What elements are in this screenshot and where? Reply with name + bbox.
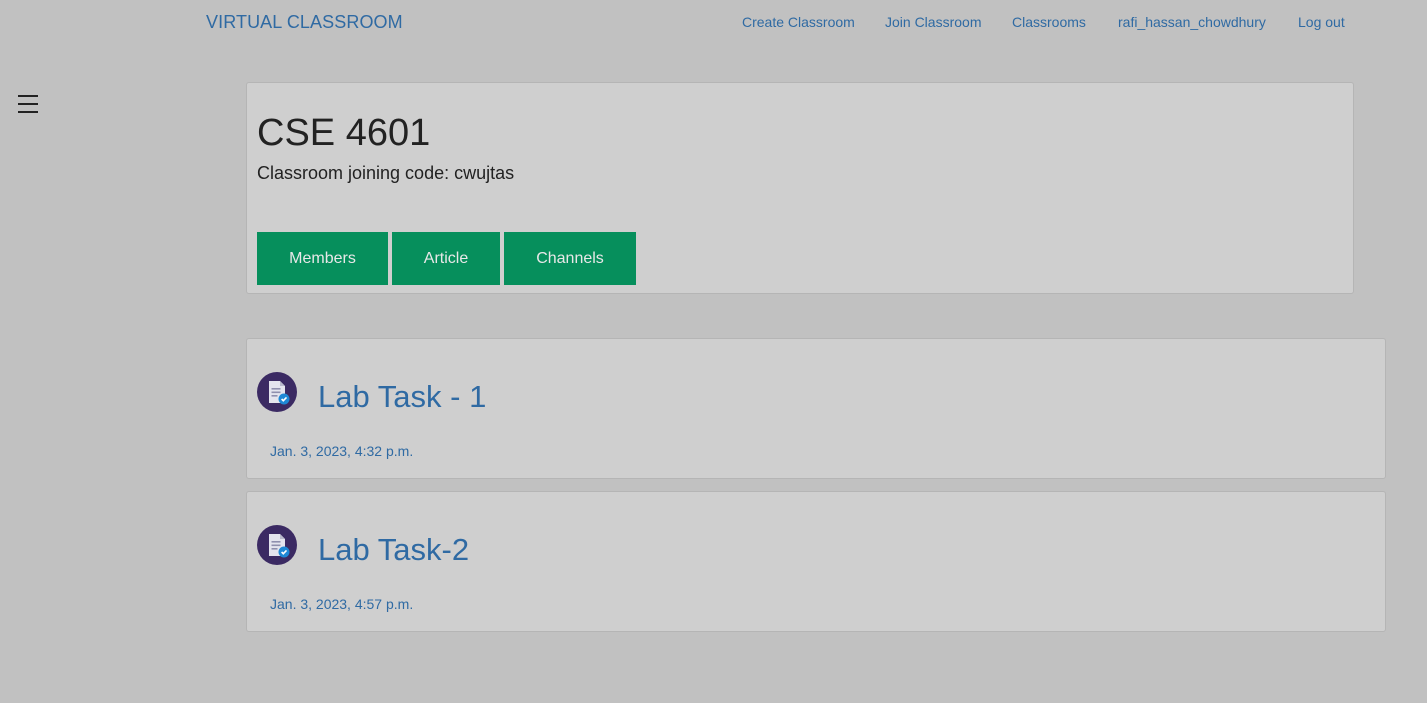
- nav-user-profile[interactable]: rafi_hassan_chowdhury: [1118, 14, 1266, 30]
- task-date: Jan. 3, 2023, 4:32 p.m.: [270, 443, 414, 459]
- classroom-header-card: CSE 4601 Classroom joining code: cwujtas…: [246, 82, 1354, 294]
- assignment-document-icon: [257, 525, 297, 565]
- hamburger-menu-icon[interactable]: [18, 95, 38, 113]
- page: VIRTUAL CLASSROOM Create Classroom Join …: [0, 0, 1427, 703]
- nav-classrooms[interactable]: Classrooms: [1012, 14, 1086, 30]
- nav-create-classroom[interactable]: Create Classroom: [742, 14, 855, 30]
- brand-link[interactable]: VIRTUAL CLASSROOM: [206, 12, 403, 33]
- nav-logout[interactable]: Log out: [1298, 14, 1345, 30]
- classroom-title: CSE 4601: [257, 112, 431, 154]
- channels-button[interactable]: Channels: [504, 232, 636, 285]
- task-card: Lab Task - 1 Jan. 3, 2023, 4:32 p.m.: [246, 338, 1386, 479]
- assignment-document-icon: [257, 372, 297, 412]
- task-date: Jan. 3, 2023, 4:57 p.m.: [270, 596, 414, 612]
- members-button[interactable]: Members: [257, 232, 388, 285]
- task-title-link[interactable]: Lab Task-2: [318, 532, 469, 568]
- article-button[interactable]: Article: [392, 232, 500, 285]
- classroom-join-code: Classroom joining code: cwujtas: [257, 163, 515, 183]
- nav-join-classroom[interactable]: Join Classroom: [885, 14, 981, 30]
- task-card: Lab Task-2 Jan. 3, 2023, 4:57 p.m.: [246, 491, 1386, 632]
- task-title-link[interactable]: Lab Task - 1: [318, 379, 486, 415]
